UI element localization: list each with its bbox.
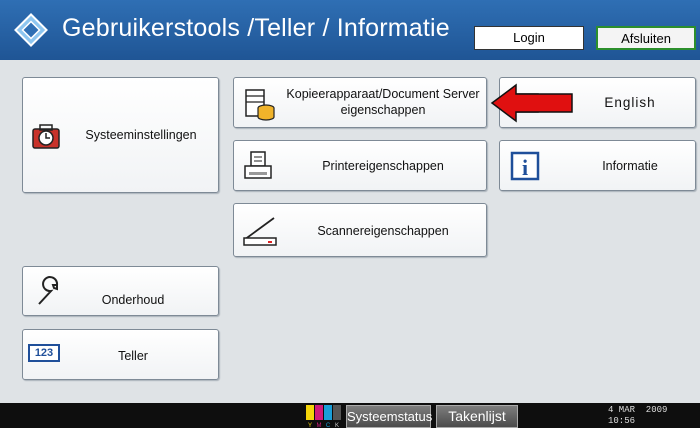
printer-label: Printereigenschappen — [322, 159, 444, 173]
wrench-icon — [38, 276, 59, 305]
svg-text:C: C — [326, 423, 331, 428]
scanner-label: Scannereigenschappen — [317, 224, 449, 238]
copier-label-line1: Kopieerapparaat/Document Server — [286, 87, 480, 101]
scanner-properties-button[interactable]: Scannereigenschappen — [233, 203, 487, 257]
login-button[interactable]: Login — [474, 26, 584, 50]
counter-icon: 123 — [28, 344, 60, 362]
page-title: Gebruikerstools /Teller / Informatie — [62, 14, 450, 42]
svg-text:Y: Y — [308, 423, 312, 428]
info-icon: i — [510, 151, 540, 181]
information-label: Informatie — [602, 159, 658, 173]
title-bar: Gebruikerstools /Teller / Informatie Log… — [0, 0, 700, 60]
time-text: 10:56 — [608, 416, 636, 426]
svg-text:K: K — [335, 423, 339, 428]
system-status-button[interactable]: Systeemstatus — [346, 405, 432, 428]
job-list-button[interactable]: Takenlijst — [436, 405, 518, 428]
language-label: English — [604, 95, 656, 110]
date-text: 4 MAR 2009 — [608, 405, 668, 415]
information-button[interactable]: i Informatie — [499, 140, 696, 191]
printer-icon — [244, 151, 272, 179]
scanner-icon — [243, 217, 277, 246]
diamond-logo-icon — [14, 13, 48, 47]
status-bar: Y M C K Systeemstatus Takenlijst 4 MAR 2… — [0, 403, 700, 428]
datetime: 4 MAR 2009 10:56 — [608, 405, 667, 427]
copier-document-server-button[interactable]: Kopieerapparaat/Document Server eigensch… — [233, 77, 487, 128]
system-settings-label: Systeeminstellingen — [85, 128, 197, 142]
counter-icon-text: 123 — [34, 347, 54, 359]
toolbox-clock-icon — [32, 124, 60, 149]
close-button[interactable]: Afsluiten — [596, 26, 696, 50]
counter-button[interactable]: 123 Teller — [22, 329, 219, 380]
maintenance-button[interactable]: Onderhoud — [22, 266, 219, 316]
red-arrow-icon — [490, 83, 573, 123]
system-settings-button[interactable]: Systeeminstellingen — [22, 77, 219, 193]
maintenance-label: Onderhoud — [101, 293, 165, 307]
printer-properties-button[interactable]: Printereigenschappen — [233, 140, 487, 191]
toner-level-icon: Y M C K — [306, 405, 341, 428]
copier-label-line2: eigenschappen — [340, 103, 426, 117]
svg-text:i: i — [522, 155, 528, 180]
copier-server-icon — [245, 89, 275, 121]
main-panel: Systeeminstellingen Kopieerapparaat/Docu… — [0, 60, 700, 403]
counter-label: Teller — [118, 349, 148, 363]
svg-text:M: M — [317, 423, 322, 428]
